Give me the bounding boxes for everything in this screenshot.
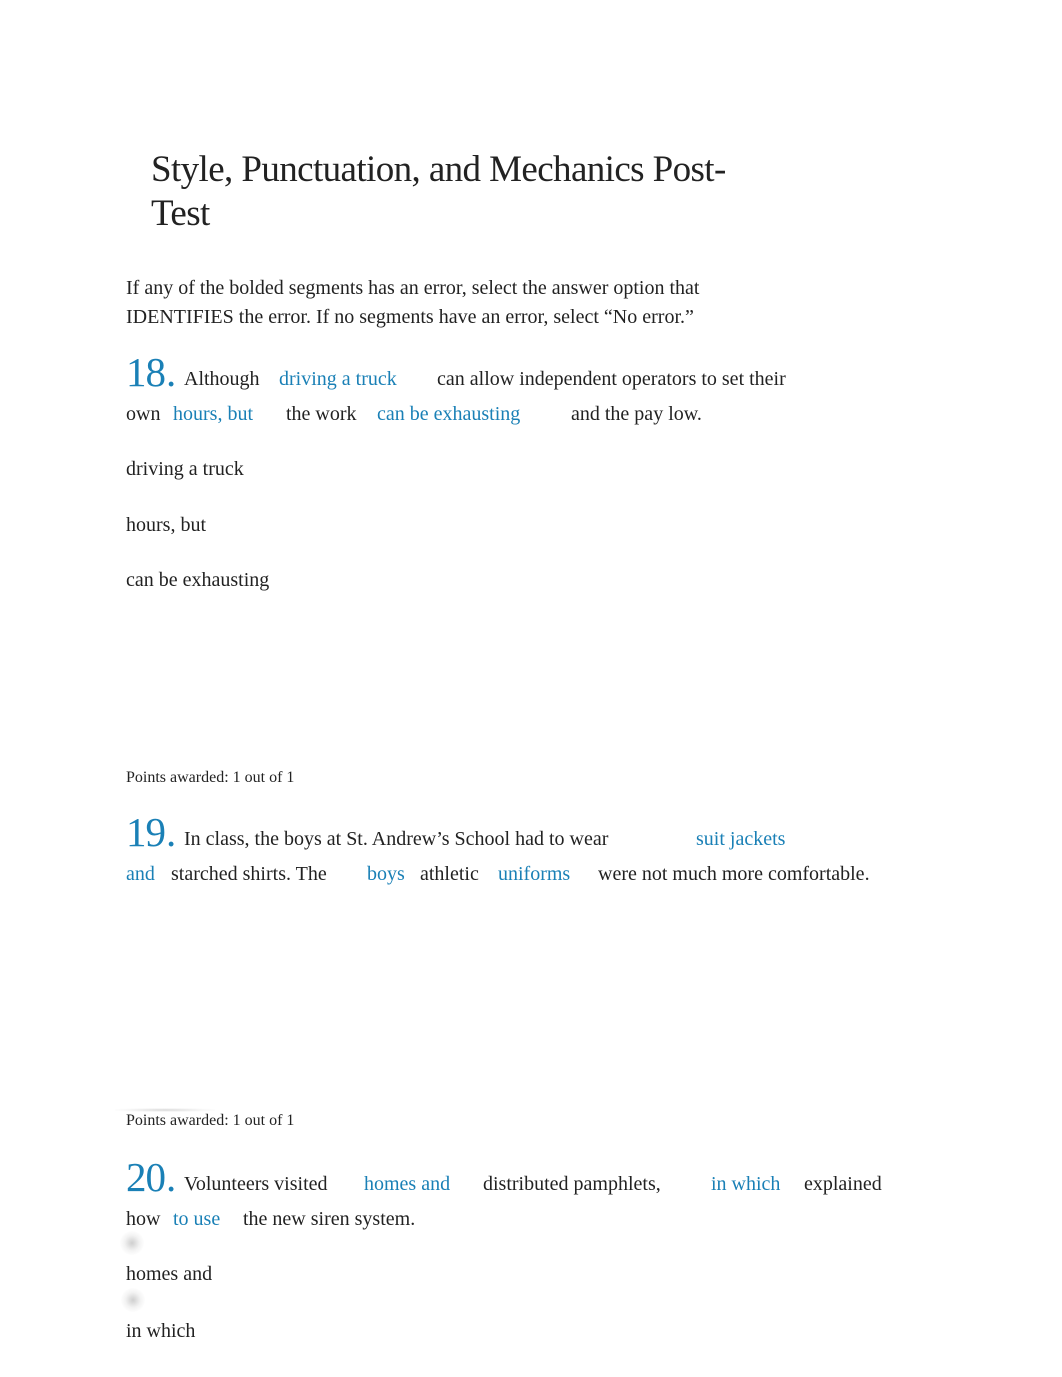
question-number: 20 [126, 1154, 166, 1200]
question-text: were not much more comfortable. [598, 863, 870, 885]
bolded-segment: uniforms [498, 863, 571, 885]
question-text: starched shirts. The [171, 863, 327, 885]
question-text: distributed pamphlets, [483, 1173, 661, 1195]
question-number: 18 [126, 349, 166, 395]
question-text: In class, the boys at St. Andrew’s Schoo… [184, 828, 609, 850]
question-text: Although [184, 368, 260, 390]
question-number: 19 [126, 809, 166, 855]
question-text: how [126, 1208, 161, 1230]
answer-option[interactable]: in which [126, 1319, 195, 1343]
bolded-segment: boys [367, 863, 405, 885]
question-number-dot: . [166, 349, 177, 395]
bolded-segment: suit jackets [696, 828, 786, 850]
instructions: If any of the bolded segments has an err… [126, 277, 700, 328]
question-text: explained [804, 1173, 882, 1195]
answer-option[interactable]: can be exhausting [126, 568, 269, 592]
question-number-dot: . [166, 1154, 177, 1200]
points-awarded: Points awarded: 1 out of 1 [126, 1112, 295, 1129]
bolded-segment: hours, but [173, 403, 253, 425]
question-text: athletic [420, 863, 479, 885]
answer-option[interactable]: homes and [126, 1262, 212, 1286]
bolded-segment: driving a truck [279, 368, 397, 390]
page-title-line1: Style, Punctuation, and Mechanics Post- [151, 149, 726, 190]
points-awarded: Points awarded: 1 out of 1 [126, 769, 295, 786]
bolded-segment: in which [711, 1173, 781, 1195]
radio-button-icon[interactable] [121, 1288, 145, 1312]
question-text: the new siren system. [243, 1208, 416, 1230]
answer-option[interactable]: driving a truck [126, 457, 244, 481]
question-number-dot: . [166, 809, 177, 855]
radio-button-icon[interactable] [120, 1231, 144, 1255]
question-text: Volunteers visited [184, 1173, 328, 1195]
question-text: own [126, 403, 161, 425]
bolded-segment: to use [173, 1208, 221, 1230]
bolded-segment: can be exhausting [377, 403, 521, 425]
answer-option[interactable]: hours, but [126, 513, 206, 537]
page-title: Style, Punctuation, and Mechanics Post- … [151, 148, 811, 236]
page-title-line2: Test [151, 193, 210, 234]
question-text: the work [286, 403, 357, 425]
question-text: and the pay low. [571, 403, 702, 425]
bolded-segment: and [126, 863, 155, 885]
bolded-segment: homes and [364, 1173, 451, 1195]
question-text: can allow independent operators to set t… [437, 368, 786, 390]
